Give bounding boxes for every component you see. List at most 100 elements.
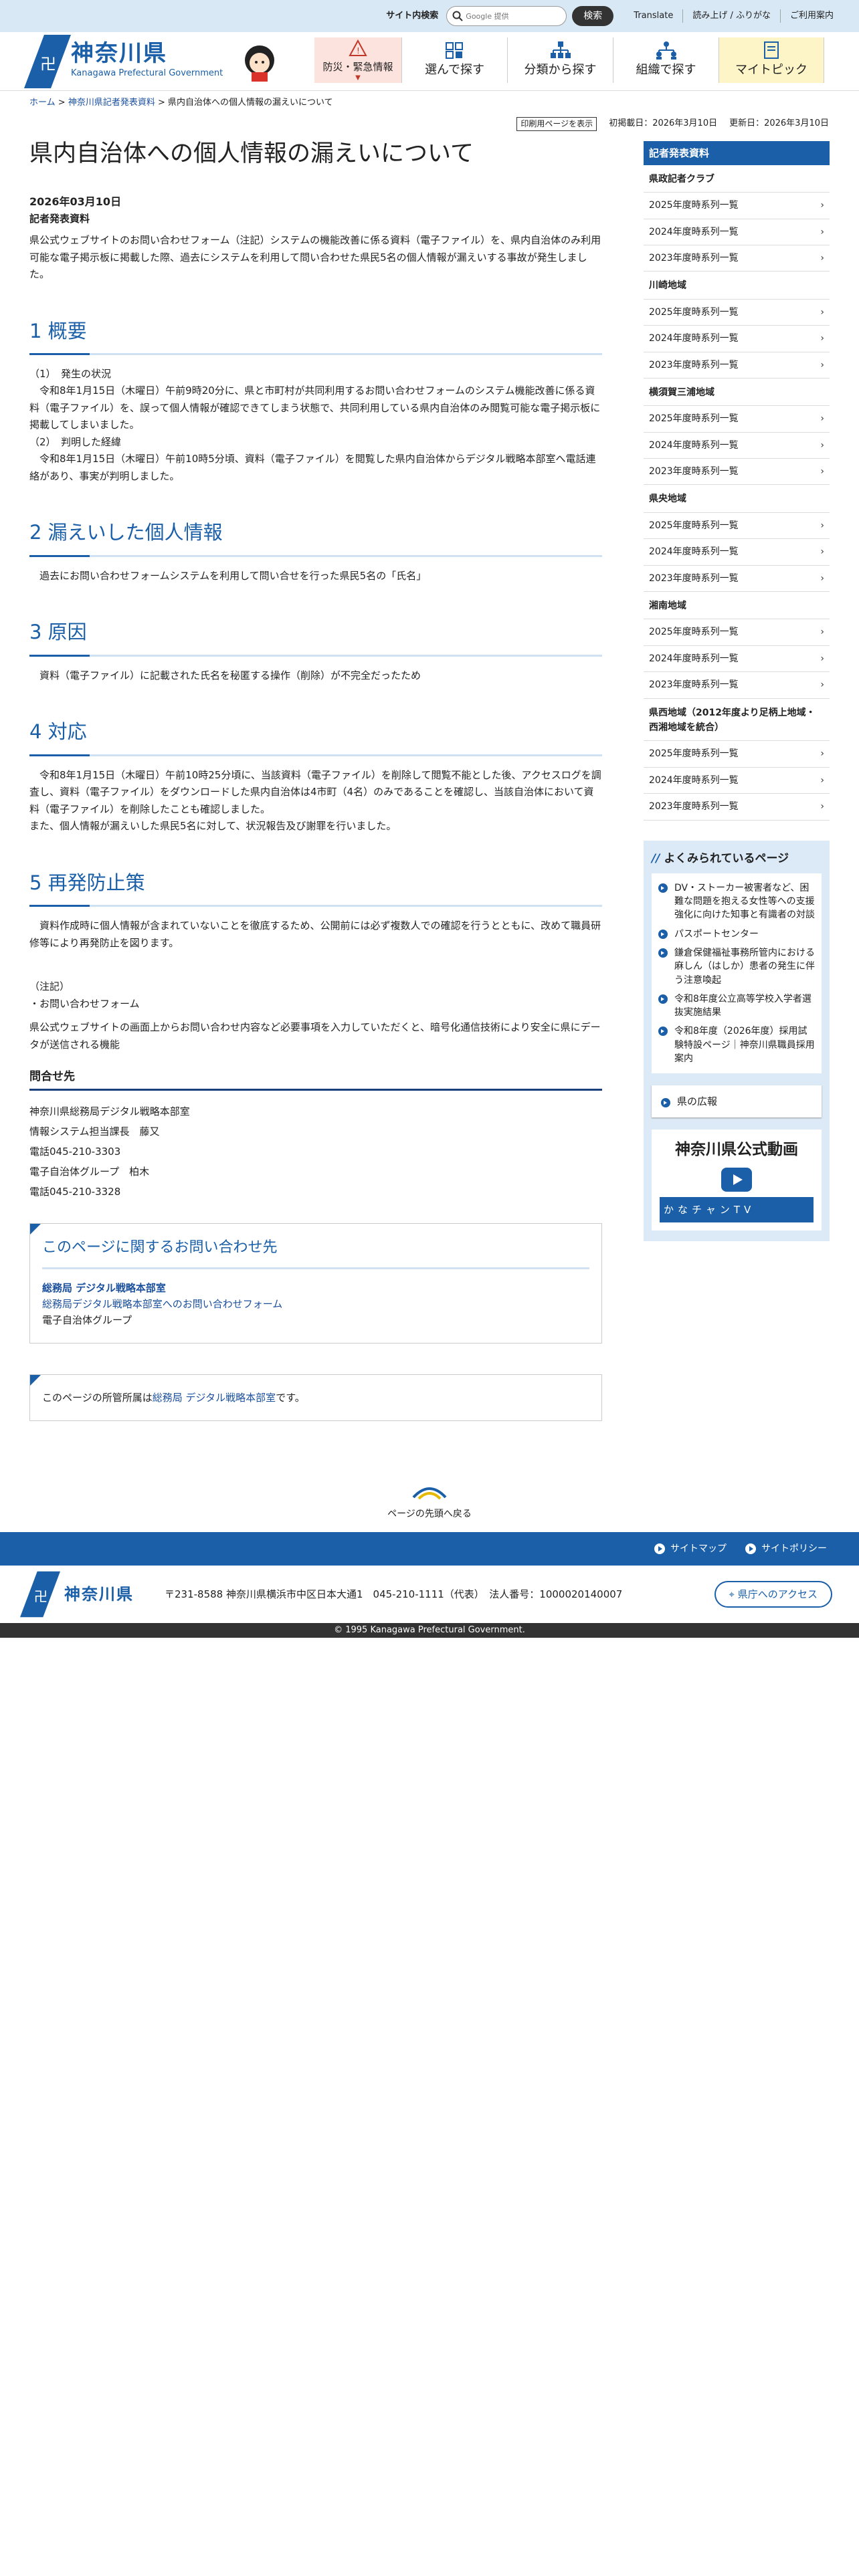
search-icon (452, 11, 464, 21)
sidebar-group-heading: 横須賀三浦地域 (644, 379, 830, 407)
sidebar-link[interactable]: 2024年度時系列一覧 › (644, 326, 830, 352)
main-wrap: 印刷用ページを表示 初掲載日：2026年3月10日 更新日：2026年3月10日… (0, 116, 859, 1422)
inquiry-dept-link[interactable]: 総務局 デジタル戦略本部室 (42, 1282, 166, 1294)
inquiry-form-link[interactable]: 総務局デジタル戦略本部室へのお問い合わせフォーム (42, 1298, 282, 1310)
location-pin-icon: ⌖ (729, 1588, 735, 1601)
sidebar-link[interactable]: 2023年度時系列一覧 › (644, 459, 830, 486)
sidebar-link[interactable]: 2025年度時系列一覧 › (644, 513, 830, 540)
search-box[interactable] (446, 6, 567, 26)
sidebar-groups: 県政記者クラブ 2025年度時系列一覧 › 2024年度時系列一覧 › 2023年度時系列… (644, 165, 830, 821)
nav-category[interactable]: 分類から探す (507, 37, 613, 83)
arrow-bullet-icon (745, 1543, 756, 1555)
inquiry-box: このページに関するお問い合わせ先 総務局 デジタル戦略本部室 総務局デジタル戦略… (29, 1223, 602, 1344)
chevron-right-icon: › (820, 226, 824, 237)
popular-page-item[interactable]: 鎌倉保健福祉事務所管内における麻しん（はしか）患者の発生に伴う注意喚起 (658, 944, 815, 990)
chevron-right-icon: › (820, 572, 824, 584)
sidebar-link[interactable]: 2023年度時系列一覧 › (644, 245, 830, 272)
chevron-right-icon: › (820, 748, 824, 760)
sidebar-link[interactable]: 2025年度時系列一覧 › (644, 193, 830, 219)
footer-address: 〒231-8588 神奈川県横浜市中区日本大通1 045-210-1111（代表… (165, 1588, 623, 1601)
bookmark-book-icon (764, 41, 779, 59)
nav-disaster[interactable]: ! 防災・緊急情報 ▼ (314, 37, 401, 83)
site-search-label: サイト内検索 (386, 10, 439, 21)
section-2-heading: 2 漏えいした個人情報 (29, 517, 602, 558)
access-button[interactable]: ⌖ 県庁へのアクセス (714, 1581, 832, 1608)
breadcrumb-parent[interactable]: 神奈川県記者発表資料 (68, 98, 155, 108)
breadcrumb-home[interactable]: ホーム (29, 98, 56, 108)
print-page-button[interactable]: 印刷用ページを表示 (516, 116, 597, 131)
nav-select[interactable]: 選んで探す (401, 37, 507, 83)
section-1-sub2: （2） 判明した経緯 (29, 435, 122, 448)
official-video-banner[interactable]: 神奈川県公式動画 かなチャンTV (652, 1130, 822, 1231)
translate-link[interactable]: Translate (624, 9, 682, 23)
official-video-title: 神奈川県公式動画 (675, 1141, 798, 1159)
section-2-body: 過去にお問い合わせフォームシステムを利用して問い合せを行った県民5名の「氏名」 (39, 569, 427, 582)
popular-page-item[interactable]: パスポートセンター (658, 925, 815, 944)
back-to-top-label: ページの先頭へ戻る (387, 1508, 472, 1519)
lead-paragraph: 県公式ウェブサイトのお問い合わせフォーム（注記）システムの機能改善に係る資料（電… (29, 234, 601, 281)
section-1-para2: 令和8年1月15日（木曜日）午前10時5分頃、資料（電子ファイル）を閲覧した県内… (29, 453, 596, 482)
inquiry-title: このページに関するお問い合わせ先 (42, 1236, 589, 1270)
read-aloud-link[interactable]: 読み上げ / ふりがな (682, 9, 780, 23)
sidebar-link[interactable]: 2024年度時系列一覧 › (644, 219, 830, 245)
back-to-top[interactable]: ページの先頭へ戻る (0, 1479, 859, 1521)
arrow-bullet-icon (658, 883, 668, 893)
section-3-heading: 3 原因 (29, 617, 602, 657)
checklist-icon (445, 41, 463, 59)
arrow-bullet-icon (658, 948, 668, 958)
chevron-right-icon: › (820, 520, 824, 531)
arrow-bullet-icon (658, 929, 668, 939)
search-input[interactable] (466, 11, 560, 21)
sidebar-link[interactable]: 2024年度時系列一覧 › (644, 768, 830, 794)
hierarchy-icon (550, 41, 571, 58)
popular-page-item[interactable]: 令和8年度（2026年度）採用試験特設ページ｜神奈川県職員採用案内 (658, 1022, 815, 1068)
section-5-body: 資料作成時に個人情報が含まれていないことを徹底するため、公開前には必ず複数人での… (29, 918, 602, 1053)
sidebar-link[interactable]: 2023年度時系列一覧 › (644, 352, 830, 379)
nav-organization[interactable]: 組織で探す (613, 37, 719, 83)
prefecture-pr-button[interactable]: 県の広報 (652, 1085, 822, 1118)
site-policy-link[interactable]: サイトポリシー (745, 1541, 827, 1556)
sitemap-link[interactable]: サイトマップ (654, 1541, 727, 1556)
popular-page-item[interactable]: 令和8年度公立高等学校入学者選抜実施結果 (658, 990, 815, 1023)
contact-line: 情報システム担当課長 藤又 (29, 1125, 160, 1138)
search-button[interactable]: 検索 (572, 6, 614, 26)
sidebar-link[interactable]: 2024年度時系列一覧 › (644, 646, 830, 673)
nav-mytopic[interactable]: マイトピック (719, 37, 824, 83)
arrow-bullet-icon (658, 1027, 668, 1037)
sidebar-link[interactable]: 2025年度時系列一覧 › (644, 406, 830, 433)
updated-date: 更新日：2026年3月10日 (729, 118, 829, 128)
svg-text:卍: 卍 (40, 55, 56, 74)
section-5-heading: 5 再発防止策 (29, 867, 602, 907)
section-4-para2: また、個人情報が漏えいした県民5名に対して、状況報告及び謝罪を行いました。 (29, 820, 397, 833)
note-heading: （注記） (29, 980, 70, 993)
popular-page-item[interactable]: DV・ストーカー被害者など、困難な問題を抱える女性等への支援強化に向けた知事と有… (658, 879, 815, 925)
sidebar-link[interactable]: 2025年度時系列一覧 › (644, 741, 830, 768)
svg-text:卍: 卍 (34, 1588, 48, 1604)
kanagawa-emblem-icon: 卍 (20, 1571, 60, 1618)
sidebar-group-heading: 湘南地域 (644, 592, 830, 620)
main-content: 印刷用ページを表示 初掲載日：2026年3月10日 更新日：2026年3月10日… (29, 116, 829, 1422)
chevron-right-icon: › (820, 252, 824, 263)
note-description: 県公式ウェブサイトの画面上からお問い合わせ内容など必要事項を入力していただくと、… (29, 1021, 601, 1051)
logo-title: 神奈川県 (71, 40, 167, 68)
section-1-body: （1） 発生の状況 令和8年1月15日（木曜日）午前9時20分に、県と市町村が共… (29, 366, 602, 486)
usage-guide-link[interactable]: ご利用案内 (779, 9, 843, 23)
sidebar-link[interactable]: 2023年度時系列一覧 › (644, 794, 830, 821)
footer-main: 卍 神奈川県 〒231-8588 神奈川県横浜市中区日本大通1 045-210-… (0, 1566, 859, 1623)
sidebar-link[interactable]: 2023年度時系列一覧 › (644, 672, 830, 699)
sidebar-link[interactable]: 2025年度時系列一覧 › (644, 619, 830, 646)
sidebar-link[interactable]: 2024年度時系列一覧 › (644, 539, 830, 566)
sidebar-link[interactable]: 2025年度時系列一覧 › (644, 300, 830, 326)
site-logo[interactable]: 卍 神奈川県 Kanagawa Prefectural Government (24, 34, 225, 88)
sidebar-link[interactable]: 2024年度時系列一覧 › (644, 433, 830, 459)
section-1-heading: 1 概要 (29, 316, 602, 356)
nav-category-label: 分類から探す (524, 62, 597, 77)
section-3-body: 資料（電子ファイル）に記載された氏名を秘匿する操作（削除）が不完全だったため (39, 669, 421, 681)
popular-pages-title: よくみられているページ (664, 851, 789, 865)
department-link[interactable]: 総務局 デジタル戦略本部室 (153, 1392, 276, 1404)
sidebar-group-heading: 県政記者クラブ (644, 165, 830, 193)
section-5-para: 資料作成時に個人情報が含まれていないことを徹底するため、公開前には必ず複数人での… (29, 920, 601, 949)
chevron-right-icon: › (820, 413, 824, 425)
arrow-bullet-icon (661, 1097, 670, 1107)
sidebar-link[interactable]: 2023年度時系列一覧 › (644, 566, 830, 593)
